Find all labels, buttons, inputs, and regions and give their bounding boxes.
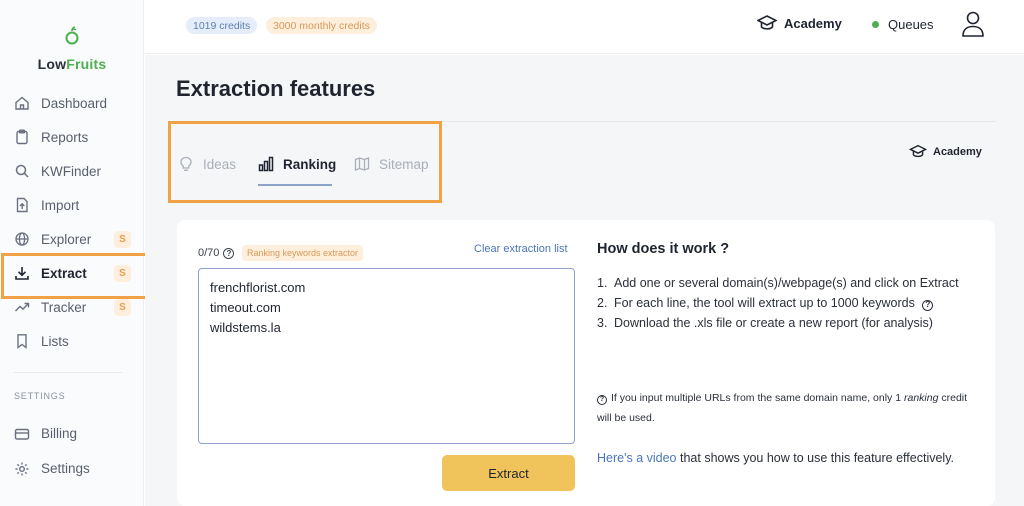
- textarea-line: wildstems.la: [210, 320, 281, 335]
- graduation-cap-icon: [909, 144, 927, 158]
- line-counter: 0/70 ?: [198, 247, 235, 259]
- extractor-type-tag: Ranking keywords extractor: [242, 245, 364, 261]
- map-icon: [354, 157, 370, 171]
- step-number: 3.: [597, 316, 608, 330]
- trend-icon: [15, 302, 30, 312]
- home-icon: [15, 96, 29, 110]
- sidebar: LowFruits Dashboard Reports KWFinder Imp…: [0, 0, 144, 506]
- tab-label: Ranking: [283, 156, 337, 172]
- clear-extraction-list-link[interactable]: Clear extraction list: [474, 243, 568, 255]
- step-item: 2. For each line, the tool will extract …: [597, 293, 982, 313]
- sidebar-item-dashboard[interactable]: Dashboard: [0, 86, 144, 120]
- sidebar-item-label: Tracker: [41, 299, 87, 315]
- textarea-line: timeout.com: [210, 300, 281, 315]
- lightbulb-icon: [180, 156, 192, 171]
- step-text: Download the .xls file or create a new r…: [614, 316, 933, 330]
- sidebar-item-tracker[interactable]: Tracker S: [0, 290, 144, 324]
- video-help-rest: that shows you how to use this feature e…: [680, 451, 954, 465]
- sidebar-item-extract[interactable]: Extract S: [0, 256, 144, 290]
- step-text: For each line, the tool will extract up …: [614, 296, 915, 310]
- sidebar-item-billing[interactable]: Billing: [0, 416, 144, 451]
- sidebar-item-kwfinder[interactable]: KWFinder: [0, 154, 144, 188]
- fruit-logo-icon: [65, 26, 79, 45]
- video-link[interactable]: Here's a video: [597, 451, 677, 465]
- tab-ideas[interactable]: Ideas: [178, 145, 236, 183]
- ranking-credit-note: ? If you input multiple URLs from the sam…: [597, 388, 982, 428]
- counter-value: 0/70: [198, 247, 220, 259]
- settings-nav: Billing Settings: [0, 416, 144, 486]
- sidebar-item-label: Reports: [41, 129, 89, 145]
- how-it-works-steps: 1. Add one or several domain(s)/webpage(…: [597, 273, 982, 333]
- status-dot-icon: [872, 21, 879, 28]
- seo-badge: S: [114, 231, 131, 248]
- note-text: If you input multiple URLs from the same…: [611, 392, 902, 404]
- brand-name-low: Low: [37, 56, 67, 72]
- settings-heading: SETTINGS: [14, 391, 66, 401]
- sidebar-item-label: Import: [41, 197, 80, 213]
- tab-ranking[interactable]: Ranking: [258, 145, 337, 186]
- brand-name-fruits: Fruits: [66, 56, 107, 72]
- help-icon[interactable]: ?: [223, 247, 235, 259]
- extraction-card: 0/70 ? Ranking keywords extractor Clear …: [177, 220, 995, 506]
- sidebar-divider: [14, 372, 122, 373]
- help-icon: ?: [597, 395, 607, 405]
- brand-name: LowFruits: [0, 56, 144, 72]
- step-text: Add one or several domain(s)/webpage(s) …: [614, 276, 959, 290]
- seo-badge: S: [114, 299, 131, 316]
- how-it-works-title: How does it work ?: [597, 241, 730, 257]
- globe-icon: [15, 232, 29, 246]
- video-help-text: Here's a video that shows you how to use…: [597, 448, 982, 468]
- queues-link[interactable]: Queues: [872, 17, 934, 32]
- credits-badge: 1019 credits: [186, 17, 258, 34]
- step-number: 1.: [597, 276, 608, 290]
- step-number: 2.: [597, 296, 608, 310]
- sidebar-item-label: Lists: [41, 333, 69, 349]
- academy-label: Academy: [784, 15, 842, 31]
- sidebar-item-import[interactable]: Import: [0, 188, 144, 222]
- gear-icon: [15, 462, 29, 475]
- upload-file-icon: [16, 197, 28, 213]
- topbar: 1019 credits 3000 monthly credits Academ…: [145, 0, 1024, 54]
- sidebar-item-reports[interactable]: Reports: [0, 120, 144, 154]
- academy-link[interactable]: Academy: [757, 14, 842, 32]
- user-icon[interactable]: [961, 10, 985, 38]
- textarea-line: frenchflorist.com: [210, 280, 306, 295]
- seo-badge: S: [114, 265, 131, 282]
- extract-button[interactable]: Extract: [442, 455, 575, 491]
- sidebar-item-lists[interactable]: Lists: [0, 324, 144, 358]
- bookmark-icon: [17, 334, 27, 349]
- tab-label: Ideas: [203, 156, 237, 172]
- clipboard-icon: [16, 129, 28, 145]
- graduation-cap-icon: [757, 15, 777, 30]
- sidebar-item-label: Settings: [41, 461, 90, 476]
- sidebar-item-settings[interactable]: Settings: [0, 451, 144, 486]
- sidebar-item-label: Billing: [41, 426, 78, 441]
- sidebar-item-label: Dashboard: [41, 95, 108, 111]
- monthly-credits-badge: 3000 monthly credits: [266, 17, 377, 34]
- step-item: 3. Download the .xls file or create a ne…: [597, 313, 982, 333]
- help-icon[interactable]: ?: [922, 299, 934, 311]
- step-item: 1. Add one or several domain(s)/webpage(…: [597, 273, 982, 293]
- sidebar-item-label: Extract: [41, 265, 87, 281]
- queues-label: Queues: [888, 17, 934, 32]
- sidebar-item-label: KWFinder: [41, 163, 102, 179]
- sidebar-item-label: Explorer: [41, 231, 92, 247]
- credit-card-icon: [14, 428, 30, 440]
- bar-chart-icon: [258, 156, 274, 172]
- sidebar-item-explorer[interactable]: Explorer S: [0, 222, 144, 256]
- download-icon: [15, 267, 29, 280]
- note-emphasis: ranking: [903, 392, 939, 404]
- main-content: Extraction features Ideas Ranking Sitema…: [145, 55, 1024, 506]
- tab-label: Sitemap: [379, 156, 429, 172]
- logo[interactable]: LowFruits: [0, 26, 144, 72]
- domains-textarea[interactable]: frenchflorist.com timeout.com wildstems.…: [198, 268, 575, 444]
- academy-link-secondary[interactable]: Academy: [909, 144, 982, 159]
- feature-tabs: Ideas Ranking Sitemap: [168, 121, 442, 203]
- sidebar-nav: Dashboard Reports KWFinder Import Explor…: [0, 86, 144, 358]
- academy-label: Academy: [933, 145, 982, 158]
- search-icon: [15, 164, 29, 178]
- page-title: Extraction features: [176, 76, 376, 101]
- tab-sitemap[interactable]: Sitemap: [354, 145, 429, 183]
